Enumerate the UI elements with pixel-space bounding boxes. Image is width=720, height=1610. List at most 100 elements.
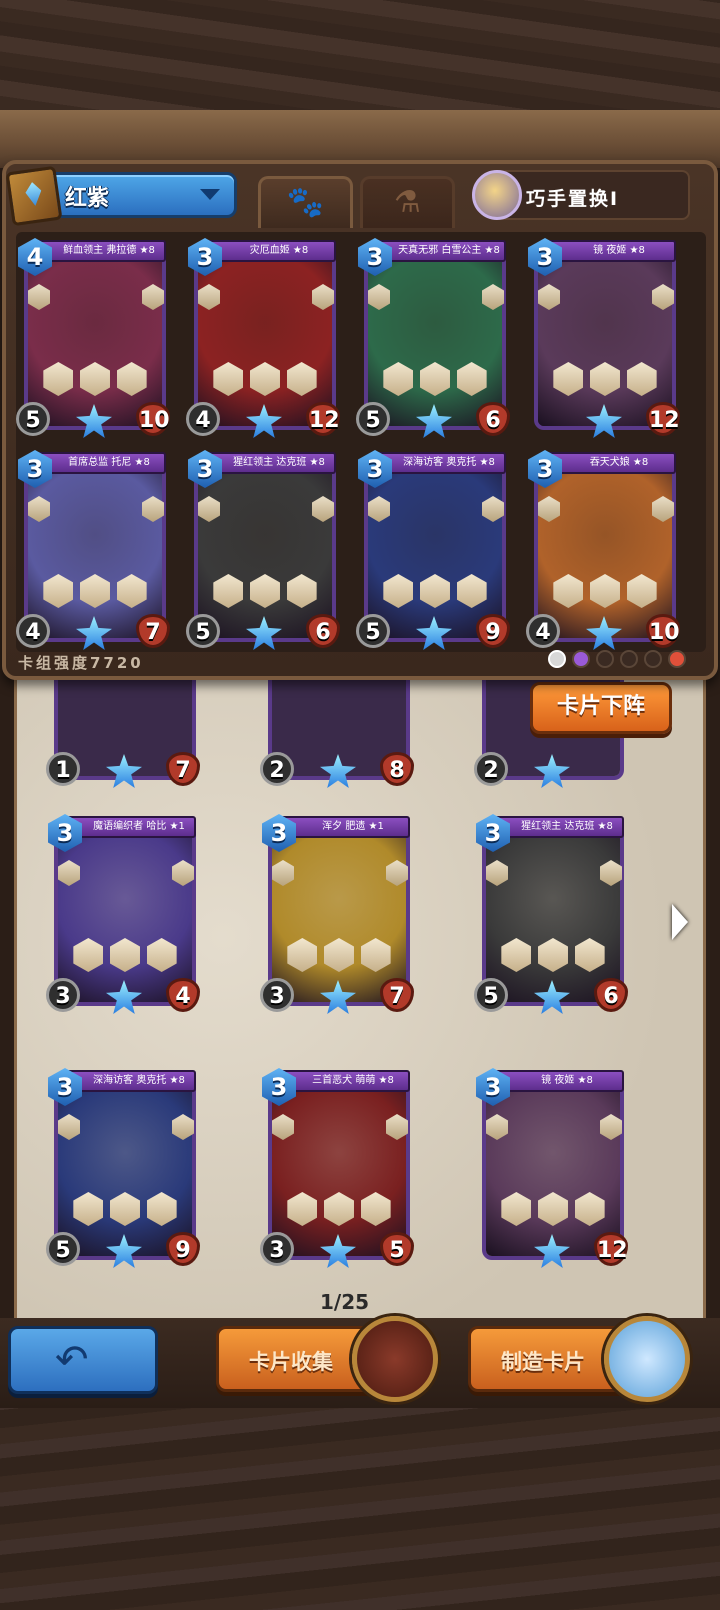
skill-icon	[249, 574, 280, 608]
card-attack: 3	[46, 978, 80, 1012]
card-health: 8	[380, 752, 414, 786]
deck-name: 红紫	[65, 186, 110, 211]
flask-icon: ⚗	[394, 185, 421, 220]
deck-card[interactable]: 首席总监 托尼 ★8 3 4 7	[16, 450, 170, 650]
collection-card[interactable]: 深海访客 奥克托 ★8 3 5 9	[46, 1068, 200, 1268]
deck-selector[interactable]: 红紫	[5, 165, 237, 227]
card-skill-row	[550, 362, 660, 400]
card-attack: 5	[356, 402, 390, 436]
card-health: 12	[646, 402, 680, 436]
skill-icon	[589, 574, 620, 608]
card-skill-row	[210, 574, 320, 612]
card-attack: 5	[186, 614, 220, 648]
tab-creatures[interactable]: 🐾	[258, 176, 353, 228]
card-art	[272, 1084, 406, 1256]
skill-icon	[419, 362, 450, 396]
card-health: 6	[476, 402, 510, 436]
card-attack: 4	[526, 614, 560, 648]
skill-icon	[249, 362, 280, 396]
deck-card[interactable]: 天真无邪 白雪公主 ★8 3 5 6	[356, 238, 510, 438]
card-skill-row	[70, 1192, 180, 1230]
card-health: 4	[166, 978, 200, 1012]
card-book-icon[interactable]	[352, 1316, 438, 1402]
card-art	[486, 1084, 620, 1256]
card-attack: 4	[186, 402, 220, 436]
faction-icons	[548, 650, 686, 668]
card-art	[198, 466, 332, 638]
collection-card[interactable]: 三首恶犬 萌萌 ★8 3 3 5	[260, 1068, 414, 1268]
skill-icon	[574, 938, 605, 972]
skill-icon	[383, 574, 414, 608]
skill-icon	[146, 938, 177, 972]
card-name: 鲜血领主 弗拉德 ★8	[32, 240, 166, 262]
skill-icon	[419, 574, 450, 608]
unequip-card-button[interactable]: 卡片下阵	[530, 682, 672, 734]
card-art	[368, 466, 502, 638]
skill-icon	[626, 574, 657, 608]
dark-faction-icon	[596, 650, 614, 668]
skill-icon	[537, 1192, 568, 1226]
skill-icon	[323, 938, 354, 972]
card-attack: 1	[46, 752, 80, 786]
deck-book-icon	[5, 165, 63, 227]
skill-icon	[626, 362, 657, 396]
card-health: 12	[306, 402, 340, 436]
card-art	[58, 1084, 192, 1256]
card-skill-row	[40, 574, 150, 612]
card-art	[272, 830, 406, 1002]
skill-icon	[213, 574, 244, 608]
skill-icon	[323, 1192, 354, 1226]
next-page-arrow-icon[interactable]	[668, 902, 692, 942]
skill-icon	[501, 938, 532, 972]
tab-potions[interactable]: ⚗	[360, 176, 455, 228]
chevron-down-icon[interactable]	[200, 189, 220, 200]
back-button[interactable]: ↶	[8, 1326, 158, 1394]
craft-potion-icon[interactable]	[604, 1316, 690, 1402]
card-health: 12	[594, 1232, 628, 1266]
deck-card[interactable]: 灾厄血姬 ★8 3 4 12	[186, 238, 340, 438]
swap-skill-label: 巧手置换I	[526, 188, 620, 210]
card-skill-row	[498, 938, 608, 976]
card-attack: 5	[356, 614, 390, 648]
back-arrow-icon: ↶	[55, 1337, 89, 1383]
card-attack: 2	[260, 752, 294, 786]
deck-card[interactable]: 猩红领主 达克班 ★8 3 5 6	[186, 450, 340, 650]
green-faction-icon	[620, 650, 638, 668]
card-name: 魔语编织者 哈比 ★1	[62, 816, 196, 838]
card-art	[538, 466, 672, 638]
skill-icon	[574, 1192, 605, 1226]
card-attack: 4	[16, 614, 50, 648]
card-attack: 5	[16, 402, 50, 436]
deck-card[interactable]: 鲜血领主 弗拉德 ★8 4 5 10	[16, 238, 170, 438]
card-name: 首席总监 托尼 ★8	[32, 452, 166, 474]
card-art	[28, 466, 162, 638]
skill-icon	[73, 938, 104, 972]
card-attack: 5	[474, 978, 508, 1012]
skill-icon	[501, 1192, 532, 1226]
skill-icon	[79, 362, 110, 396]
deck-card[interactable]: 镜 夜姬 ★8 3 12	[528, 238, 680, 438]
card-name: 三首恶犬 萌萌 ★8	[276, 1070, 410, 1092]
card-art	[538, 254, 672, 426]
skill-icon	[79, 574, 110, 608]
collection-card[interactable]: 魔语编织者 哈比 ★1 3 3 4	[46, 814, 200, 1014]
card-skill-row	[550, 574, 660, 612]
card-name: 深海访客 奥克托 ★8	[62, 1070, 196, 1092]
card-art	[198, 254, 332, 426]
skill-icon	[109, 1192, 140, 1226]
collection-card[interactable]: 浑夕 肥遗 ★1 3 3 7	[260, 814, 414, 1014]
skill-icon	[553, 362, 584, 396]
collection-card[interactable]: 镜 夜姬 ★8 3 12	[476, 1068, 628, 1268]
paw-icon: 🐾	[286, 185, 325, 220]
swap-skill-button[interactable]: 巧手置换I	[472, 170, 690, 220]
wood-background	[0, 0, 720, 110]
skill-icon	[360, 1192, 391, 1226]
deck-card[interactable]: 吞天犬娘 ★8 3 4 10	[526, 450, 680, 650]
red-faction-icon	[668, 650, 686, 668]
deck-card[interactable]: 深海访客 奥克托 ★8 3 5 9	[356, 450, 510, 650]
card-attack: 5	[46, 1232, 80, 1266]
collection-card[interactable]: 猩红领主 达克班 ★8 3 5 6	[474, 814, 628, 1014]
skill-icon	[73, 1192, 104, 1226]
neutral-faction-icon	[548, 650, 566, 668]
skill-icon	[456, 362, 487, 396]
